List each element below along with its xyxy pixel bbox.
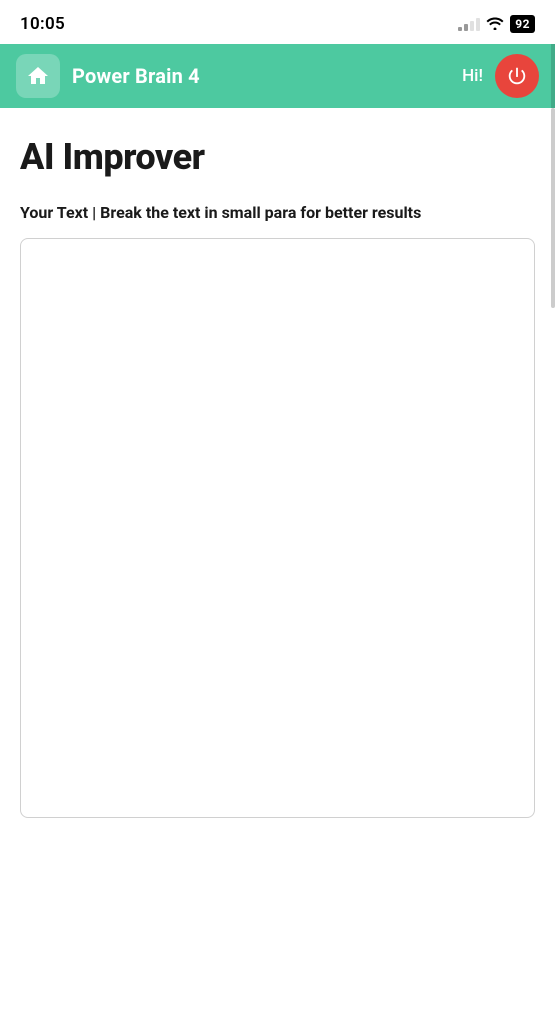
scrollbar[interactable]	[551, 108, 555, 308]
header-greeting: Hi!	[462, 66, 483, 86]
app-header: Power Brain 4 Hi!	[0, 44, 555, 108]
page-title: AI Improver	[20, 136, 535, 178]
wifi-icon	[486, 15, 504, 34]
header-title: Power Brain 4	[72, 64, 462, 88]
text-input-container[interactable]	[20, 238, 535, 818]
signal-icon	[458, 18, 480, 31]
status-time: 10:05	[20, 14, 65, 34]
text-input[interactable]	[33, 251, 522, 805]
power-button[interactable]	[495, 54, 539, 98]
battery-indicator: 92	[510, 15, 535, 33]
main-content: AI Improver Your Text | Break the text i…	[0, 108, 555, 838]
input-label: Your Text | Break the text in small para…	[20, 202, 535, 224]
status-icons: 92	[458, 15, 535, 34]
power-icon	[506, 65, 528, 87]
status-bar: 10:05 92	[0, 0, 555, 44]
home-button[interactable]	[16, 54, 60, 98]
battery-level: 92	[515, 17, 530, 31]
home-icon	[26, 64, 50, 88]
